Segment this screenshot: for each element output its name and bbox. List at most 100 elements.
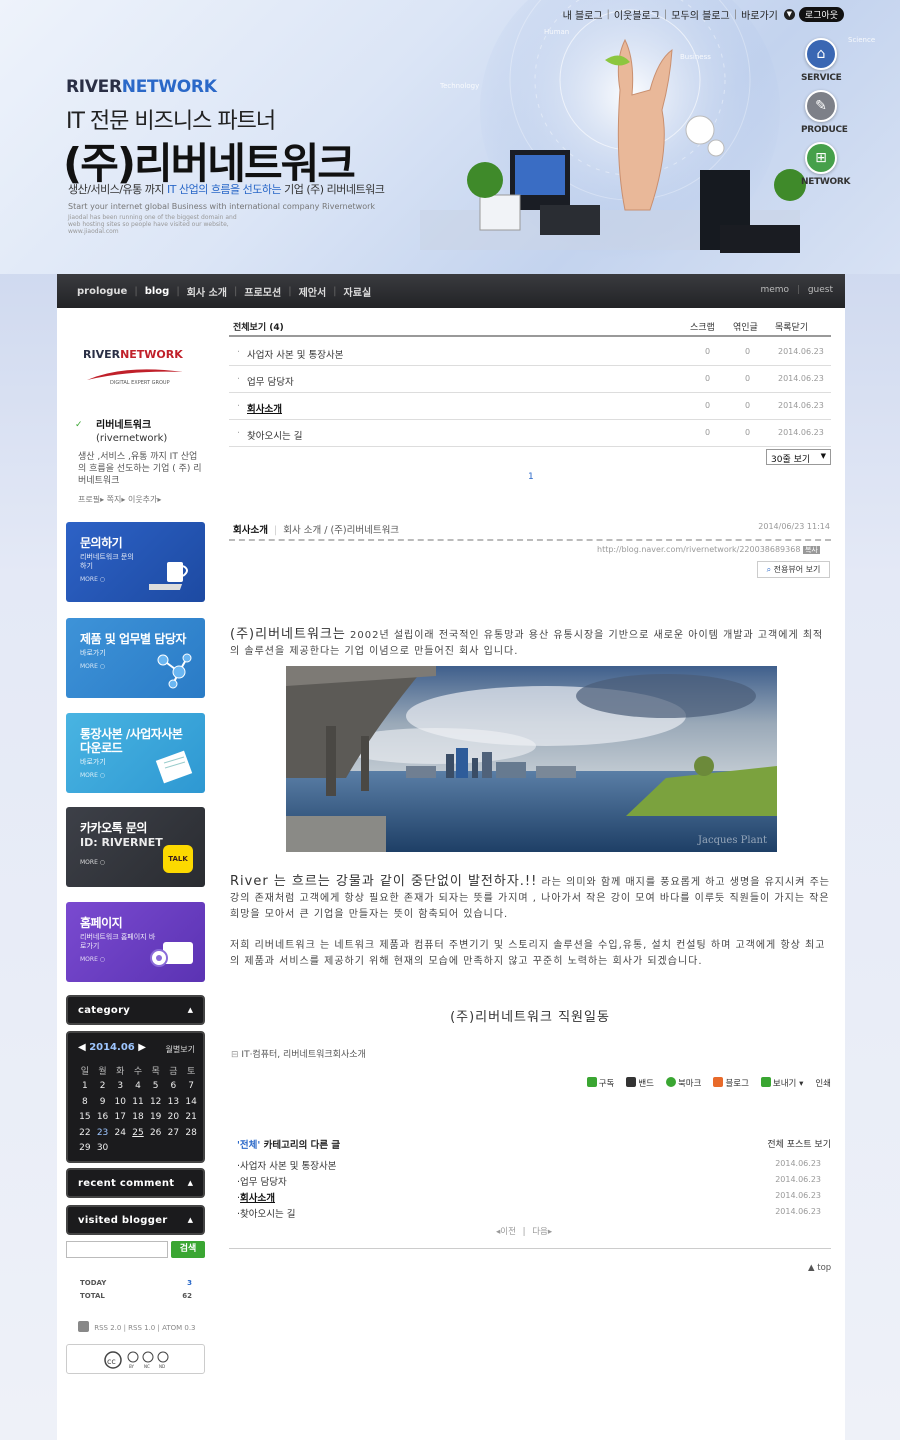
- top-nav-all-blog[interactable]: 모두의 블로그: [671, 7, 729, 22]
- logout-button[interactable]: 로그아웃: [798, 7, 844, 22]
- print-button[interactable]: 인쇄: [815, 1077, 831, 1089]
- other-post-row[interactable]: ·사업자 사본 및 통장사본 2014.06.23: [237, 1158, 821, 1172]
- service-icon: ⌂: [805, 38, 837, 70]
- other-post-title[interactable]: 사업자 사본 및 통장사본: [240, 1161, 336, 1172]
- guest-link[interactable]: guest: [808, 285, 833, 295]
- network-shortcut[interactable]: ⊞ NETWORK: [801, 142, 851, 187]
- calendar-day: 20: [167, 1112, 180, 1123]
- other-post-row[interactable]: ·업무 담당자 2014.06.23: [237, 1174, 821, 1188]
- top-nav-neighbor-blog[interactable]: 이웃블로그: [614, 7, 660, 22]
- other-post-date: 2014.06.23: [775, 1191, 821, 1200]
- service-shortcut[interactable]: ⌂ SERVICE: [801, 38, 842, 83]
- menu-item-promotion[interactable]: 프로모션: [244, 284, 281, 299]
- post-list-title[interactable]: 업무 담당자: [247, 374, 294, 388]
- prev-month-icon[interactable]: ◀: [78, 1042, 86, 1053]
- visited-blogger-widget[interactable]: visited blogger ▲: [66, 1205, 205, 1235]
- calendar-day: 28: [185, 1127, 197, 1138]
- menu-item-proposal[interactable]: 제안서: [299, 284, 327, 299]
- band-button[interactable]: 밴드: [626, 1077, 654, 1089]
- top-link[interactable]: ▲ top: [808, 1263, 831, 1273]
- category-widget[interactable]: category ▲: [66, 995, 205, 1025]
- top-nav-separator: |: [733, 9, 738, 20]
- calendar-day: 14: [185, 1096, 197, 1107]
- chevron-down-icon[interactable]: ▼: [783, 9, 795, 20]
- menu-item-blog[interactable]: blog: [145, 286, 170, 297]
- post-list-title[interactable]: 회사소개: [247, 401, 282, 415]
- post-list-title[interactable]: 사업자 사본 및 통장사본: [247, 347, 343, 361]
- banner-kakaotalk[interactable]: 카카오톡 문의 ID: RIVERNET MORE ○ TALK: [66, 807, 205, 887]
- bookmark-button[interactable]: 북마크: [665, 1077, 701, 1089]
- send-button[interactable]: 보내기 ▾: [760, 1077, 803, 1089]
- next-month-icon[interactable]: ▶: [138, 1042, 146, 1053]
- post-category[interactable]: 회사 소개 / (주)리버네트워크: [283, 525, 399, 536]
- blog-menu-bar: prologue | blog | 회사 소개 | 프로모션 | 제안서 | 자…: [57, 274, 845, 308]
- post-list-scrap: 0: [705, 401, 711, 410]
- menu-separator: |: [176, 285, 180, 297]
- other-posts-category[interactable]: '전체': [237, 1140, 260, 1151]
- weekday-label: 화: [116, 1067, 125, 1078]
- per-page-select[interactable]: 30줄 보기 ▼: [766, 449, 831, 465]
- search-input[interactable]: [66, 1241, 168, 1258]
- other-post-title[interactable]: 업무 담당자: [240, 1177, 287, 1188]
- brand-river: RIVER: [66, 77, 122, 97]
- check-icon: ✓: [75, 420, 83, 430]
- post-list-row[interactable]: · 찾아오시는 길 0 0 2014.06.23: [229, 420, 831, 447]
- all-posts-link[interactable]: 전체 포스트 보기: [767, 1137, 831, 1150]
- post-divider: [229, 539, 831, 541]
- menu-item-company[interactable]: 회사 소개: [187, 284, 227, 299]
- calendar-monthly-view[interactable]: 월별보기: [166, 1044, 195, 1055]
- profile-link[interactable]: 프로필: [78, 495, 100, 504]
- calendar-day: 21: [185, 1112, 197, 1123]
- other-post-title[interactable]: 찾아오시는 길: [240, 1209, 295, 1220]
- menu-item-prologue[interactable]: prologue: [77, 286, 127, 297]
- prev-link[interactable]: ◂이전: [496, 1227, 516, 1237]
- post-list-all[interactable]: 전체보기 (4): [233, 320, 284, 333]
- calendar-day-highlight[interactable]: 23: [94, 1125, 112, 1141]
- menu-separator: |: [234, 285, 238, 297]
- rss2-link[interactable]: RSS 2.0: [94, 1324, 121, 1332]
- cc-license[interactable]: cc BY NC ND: [66, 1344, 205, 1374]
- atom-link[interactable]: ATOM 0.3: [162, 1324, 195, 1332]
- banner-products[interactable]: 제품 및 업무별 담당자 바로가기 MORE ○: [66, 618, 205, 698]
- profile-id: (rivernetwork): [96, 433, 168, 444]
- cc-license-icon: cc: [104, 1351, 169, 1369]
- post-url[interactable]: http://blog.naver.com/rivernetwork/22003…: [597, 545, 800, 554]
- copy-url-button[interactable]: 복사: [802, 546, 820, 554]
- post-list-row-current[interactable]: · 회사소개 0 0 2014.06.23: [229, 393, 831, 420]
- recent-comment-widget[interactable]: recent comment ▲: [66, 1168, 205, 1198]
- add-neighbor-link[interactable]: 이웃추가: [128, 495, 157, 504]
- post-list-title[interactable]: 찾아오시는 길: [247, 428, 302, 442]
- other-post-title[interactable]: 회사소개: [240, 1193, 275, 1204]
- banner-inquiry[interactable]: 문의하기 리버네트워크 문의하기 MORE ○: [66, 522, 205, 602]
- other-posts-heading: '전체' 카테고리의 다른 글: [237, 1140, 341, 1151]
- bullet-icon: ·: [237, 401, 241, 412]
- chevron-up-icon[interactable]: ▲: [188, 1216, 193, 1224]
- banner-homepage[interactable]: 홈페이지 리버네트워크 홈페이지 바로가기 MORE ○: [66, 902, 205, 982]
- other-post-row-current[interactable]: ·회사소개 2014.06.23: [237, 1190, 821, 1204]
- post-tag-list[interactable]: IT·컴퓨터, 리버네트워크회사소개: [241, 1050, 365, 1060]
- chevron-up-icon[interactable]: ▲: [188, 1179, 193, 1187]
- post-list-row[interactable]: · 사업자 사본 및 통장사본 0 0 2014.06.23: [229, 339, 831, 366]
- viewer-button[interactable]: ⌕ 전용뷰어 보기: [757, 561, 830, 578]
- close-list-button[interactable]: 목록닫기: [775, 320, 808, 333]
- next-link[interactable]: 다음▸: [532, 1227, 552, 1237]
- top-nav-my-blog[interactable]: 내 블로그: [563, 7, 603, 22]
- message-link[interactable]: 쪽지: [107, 495, 122, 504]
- cc-nd-label: ND: [159, 1364, 166, 1369]
- top-nav-shortcut[interactable]: 바로가기: [741, 7, 778, 22]
- calendar-day: 27: [167, 1127, 180, 1138]
- memo-link[interactable]: memo: [760, 285, 789, 295]
- star-icon: [665, 1077, 676, 1087]
- search-button[interactable]: 검색: [171, 1241, 205, 1258]
- rss1-link[interactable]: RSS 1.0: [128, 1324, 155, 1332]
- menu-item-archive[interactable]: 자료실: [344, 284, 372, 299]
- pagination-current[interactable]: 1: [528, 472, 534, 482]
- calendar-day-underlined[interactable]: 25: [129, 1125, 147, 1141]
- produce-shortcut[interactable]: ✎ PRODUCE: [801, 90, 848, 135]
- post-list-row[interactable]: · 업무 담당자 0 0 2014.06.23: [229, 366, 831, 393]
- blog-share-button[interactable]: 블로그: [713, 1077, 749, 1089]
- banner-download[interactable]: 통장사본 /사업자사본 다운로드 바로가기 MORE ○: [66, 713, 205, 793]
- chevron-up-icon[interactable]: ▲: [188, 1006, 193, 1014]
- subscribe-button[interactable]: 구독: [586, 1077, 614, 1089]
- other-post-row[interactable]: ·찾아오시는 길 2014.06.23: [237, 1206, 821, 1220]
